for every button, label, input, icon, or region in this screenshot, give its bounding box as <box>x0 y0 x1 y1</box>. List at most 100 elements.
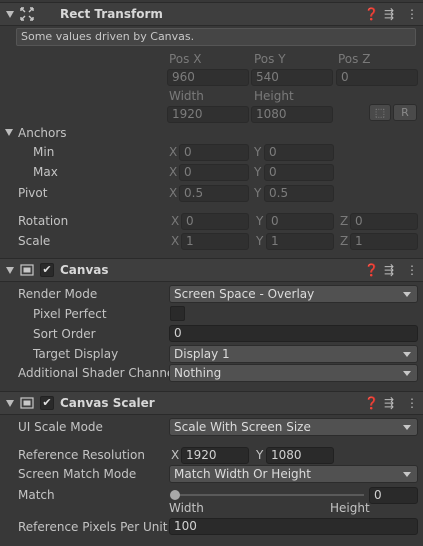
canvas-scaler-icon <box>20 397 34 409</box>
anchor-max-label: Max <box>33 165 58 179</box>
pixel-perfect-label: Pixel Perfect <box>33 307 107 321</box>
help-icon[interactable]: ❓ <box>364 263 379 277</box>
rotation-x-axis: X <box>171 214 180 228</box>
dropdown-arrow-icon <box>403 371 411 376</box>
ui-scale-mode-dropdown[interactable]: Scale With Screen Size <box>169 418 418 436</box>
reference-ppu-field[interactable]: 100 <box>169 518 418 535</box>
scale-z-field: 1 <box>350 233 418 250</box>
canvas-scaler-header[interactable]: ✔ Canvas Scaler ❓ ⇶ ⋮ <box>0 391 423 415</box>
ui-scale-mode-value: Scale With Screen Size <box>174 420 311 434</box>
rotation-y-field: 0 <box>266 213 334 230</box>
scale-y-field: 1 <box>266 233 334 250</box>
more-icon[interactable]: ⋮ <box>406 7 418 21</box>
scale-x-field: 1 <box>181 233 249 250</box>
match-slider-handle[interactable] <box>170 490 180 500</box>
rect-transform-icon <box>20 7 34 21</box>
info-text: Some values driven by Canvas. <box>21 30 195 43</box>
pos-x-field: 960 <box>167 69 249 86</box>
target-display-dropdown[interactable]: Display 1 <box>169 345 418 363</box>
ref-res-x-axis: X <box>171 448 180 462</box>
dropdown-arrow-icon <box>403 292 411 297</box>
rotation-y-axis: Y <box>256 214 264 228</box>
foldout-arrow-icon[interactable] <box>6 267 14 274</box>
reference-ppu-label: Reference Pixels Per Unit <box>18 520 168 534</box>
raw-edit-button[interactable]: R <box>393 104 417 121</box>
shader-channel-dropdown[interactable]: Nothing <box>169 364 418 382</box>
anchor-min-y-axis: Y <box>254 145 262 159</box>
anchor-min-label: Min <box>33 145 55 159</box>
rotation-x-field: 0 <box>181 213 249 230</box>
more-icon[interactable]: ⋮ <box>406 396 418 410</box>
more-icon[interactable]: ⋮ <box>406 263 418 277</box>
scale-x-axis: X <box>171 234 180 248</box>
pivot-y-field: 0.5 <box>264 185 334 202</box>
match-width-label: Width <box>169 501 204 515</box>
screen-match-mode-label: Screen Match Mode <box>18 467 137 481</box>
shader-channel-label: Additional Shader Channel <box>18 366 178 380</box>
help-icon[interactable]: ❓ <box>364 7 379 21</box>
pos-z-label: Pos Z <box>338 52 371 66</box>
render-mode-value: Screen Space - Overlay <box>174 287 315 301</box>
anchors-foldout-arrow-icon[interactable] <box>5 129 13 136</box>
pos-z-field: 0 <box>336 69 418 86</box>
shader-channel-value: Nothing <box>174 366 222 380</box>
rect-transform-header[interactable]: Rect Transform ❓ ⇶ ⋮ <box>0 2 423 26</box>
rotation-label: Rotation <box>18 214 69 228</box>
anchors-label: Anchors <box>18 126 67 140</box>
rotation-z-field: 0 <box>350 213 418 230</box>
height-field: 1080 <box>251 106 333 123</box>
match-slider-track[interactable] <box>175 494 364 496</box>
anchor-min-y-field: 0 <box>264 144 334 161</box>
match-label: Match <box>18 488 55 502</box>
blueprint-icon: ⬚ <box>374 106 386 119</box>
width-label: Width <box>169 89 204 103</box>
anchor-max-y-field: 0 <box>264 164 334 181</box>
anchor-max-y-axis: Y <box>254 165 262 179</box>
foldout-arrow-icon[interactable] <box>6 11 14 18</box>
match-height-label: Height <box>330 501 370 515</box>
ui-scale-mode-label: UI Scale Mode <box>18 420 103 434</box>
pos-y-field: 540 <box>251 69 333 86</box>
preset-icon[interactable]: ⇶ <box>384 396 394 410</box>
foldout-arrow-icon[interactable] <box>6 400 14 407</box>
target-display-value: Display 1 <box>174 347 230 361</box>
canvas-enabled-checkbox[interactable]: ✔ <box>40 263 54 277</box>
scale-z-axis: Z <box>340 234 349 248</box>
render-mode-dropdown[interactable]: Screen Space - Overlay <box>169 285 418 303</box>
sort-order-label: Sort Order <box>33 327 96 341</box>
component-title: Canvas <box>60 263 109 277</box>
pivot-x-field: 0.5 <box>179 185 249 202</box>
dropdown-arrow-icon <box>403 425 411 430</box>
pixel-perfect-checkbox[interactable] <box>170 306 185 321</box>
component-title: Rect Transform <box>60 7 163 21</box>
screen-match-mode-value: Match Width Or Height <box>174 467 311 481</box>
anchor-max-x-field: 0 <box>179 164 249 181</box>
checkmark-icon: ✔ <box>42 396 52 409</box>
anchor-min-x-field: 0 <box>179 144 249 161</box>
reference-resolution-label: Reference Resolution <box>18 448 145 462</box>
dropdown-arrow-icon <box>403 472 411 477</box>
ref-res-y-axis: Y <box>256 448 264 462</box>
width-field: 1920 <box>167 106 249 123</box>
reference-resolution-x-field[interactable]: 1920 <box>181 447 249 464</box>
height-label: Height <box>254 89 294 103</box>
preset-icon[interactable]: ⇶ <box>384 263 394 277</box>
driven-info-box: Some values driven by Canvas. <box>16 28 416 46</box>
pivot-label: Pivot <box>18 186 48 200</box>
canvas-icon <box>20 264 34 276</box>
preset-icon[interactable]: ⇶ <box>384 7 394 21</box>
pos-x-label: Pos X <box>169 52 202 66</box>
help-icon[interactable]: ❓ <box>364 396 379 410</box>
render-mode-label: Render Mode <box>18 287 98 301</box>
dropdown-arrow-icon <box>403 352 411 357</box>
reference-resolution-y-field[interactable]: 1080 <box>266 447 334 464</box>
checkmark-icon: ✔ <box>42 263 52 276</box>
canvas-scaler-enabled-checkbox[interactable]: ✔ <box>40 396 54 410</box>
anchor-max-x-axis: X <box>169 165 178 179</box>
scale-label: Scale <box>18 234 51 248</box>
blueprint-mode-button[interactable]: ⬚ <box>369 104 391 121</box>
sort-order-field[interactable]: 0 <box>169 325 418 342</box>
match-value-field[interactable]: 0 <box>369 487 418 504</box>
canvas-header[interactable]: ✔ Canvas ❓ ⇶ ⋮ <box>0 258 423 282</box>
screen-match-mode-dropdown[interactable]: Match Width Or Height <box>169 465 418 483</box>
